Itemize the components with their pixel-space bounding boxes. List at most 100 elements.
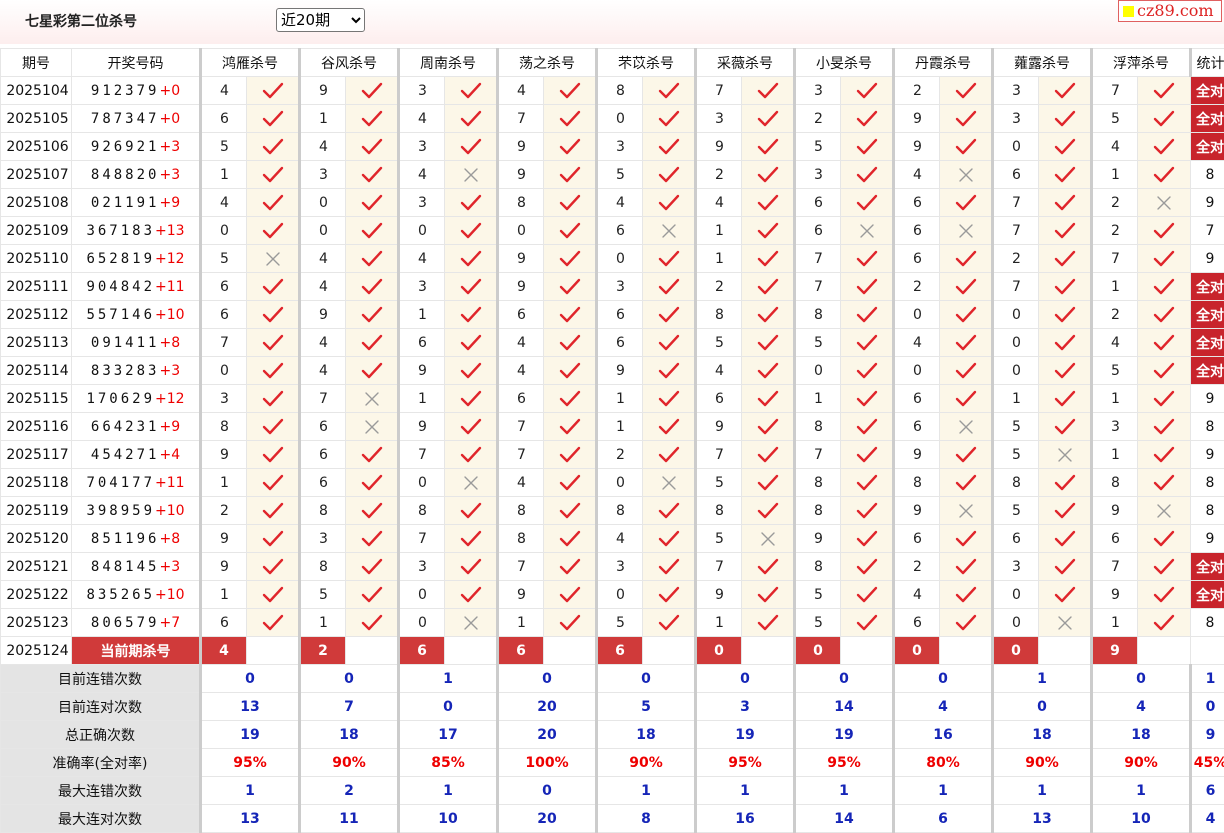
check-icon [559, 362, 581, 380]
kill-value: 1 [300, 105, 346, 133]
stats-value: 20 [498, 721, 597, 749]
kill-value: 8 [201, 413, 247, 441]
period-cell: 2025108 [1, 189, 72, 217]
result-cell [940, 273, 993, 301]
check-icon [658, 362, 680, 380]
kill-value: 8 [498, 497, 544, 525]
result-cell [445, 189, 498, 217]
kill-value: 2 [1092, 301, 1138, 329]
number-digits: 833283 [91, 363, 160, 379]
kill-value: 9 [696, 581, 742, 609]
stat-cell: 8 [1191, 469, 1224, 497]
kill-value: 5 [597, 609, 643, 637]
result-cell [445, 553, 498, 581]
check-icon [1153, 222, 1175, 240]
result-cell [940, 497, 993, 525]
kill-value: 6 [696, 385, 742, 413]
result-cell [643, 273, 696, 301]
result-cell [643, 161, 696, 189]
period-cell: 2025104 [1, 77, 72, 105]
result-cell [643, 553, 696, 581]
result-cell [742, 105, 795, 133]
cross-icon [757, 530, 779, 548]
result-cell [247, 105, 300, 133]
check-icon [1054, 250, 1076, 268]
check-icon [757, 306, 779, 324]
check-icon [955, 614, 977, 632]
table-row: 2025104912379+04934873237全对 [1, 77, 1224, 105]
result-cell [643, 329, 696, 357]
check-icon [856, 82, 878, 100]
kill-value: 8 [1092, 469, 1138, 497]
kill-value: 3 [300, 525, 346, 553]
stat-cell: 全对 [1191, 105, 1224, 133]
number-extra: +13 [155, 223, 185, 239]
kill-value: 8 [795, 301, 841, 329]
result-cell [346, 217, 399, 245]
check-icon [856, 390, 878, 408]
stats-value: 5 [597, 693, 696, 721]
header-killer: 采薇杀号 [696, 49, 795, 77]
result-cell [544, 329, 597, 357]
kill-value: 6 [399, 329, 445, 357]
period-select[interactable]: 近20期 [276, 8, 365, 32]
header-killer: 丹霞杀号 [894, 49, 993, 77]
check-icon [757, 502, 779, 520]
kill-value: 8 [300, 497, 346, 525]
check-icon [1153, 306, 1175, 324]
table-row: 2025114833283+30494940005全对 [1, 357, 1224, 385]
current-kill-value: 0 [993, 637, 1039, 665]
check-icon [658, 110, 680, 128]
number-digits: 904842 [86, 279, 155, 295]
kill-value: 1 [696, 609, 742, 637]
stat-cell: 8 [1191, 413, 1224, 441]
check-icon [262, 306, 284, 324]
result-cell [742, 441, 795, 469]
kill-value: 6 [894, 245, 940, 273]
result-cell [841, 441, 894, 469]
number-digits: 848820 [91, 167, 160, 183]
kill-value: 6 [201, 105, 247, 133]
check-icon [757, 250, 779, 268]
kill-value: 0 [993, 581, 1039, 609]
result-cell [346, 525, 399, 553]
result-cell [643, 77, 696, 105]
stats-value: 14 [795, 805, 894, 833]
result-cell [544, 273, 597, 301]
check-icon [658, 250, 680, 268]
site-logo[interactable]: cz89.com [1118, 0, 1222, 22]
check-icon [361, 558, 383, 576]
check-icon [1153, 334, 1175, 352]
check-icon [1153, 558, 1175, 576]
logo-square-icon [1123, 6, 1134, 17]
kill-value: 0 [201, 357, 247, 385]
check-icon [460, 362, 482, 380]
check-icon [361, 194, 383, 212]
stats-value: 20 [498, 805, 597, 833]
kill-value: 4 [300, 273, 346, 301]
check-icon [361, 362, 383, 380]
current-empty-cell [346, 637, 399, 665]
kill-value: 0 [597, 469, 643, 497]
check-icon [559, 586, 581, 604]
number-extra: +9 [159, 195, 180, 211]
check-icon [460, 250, 482, 268]
check-icon [559, 334, 581, 352]
kill-value: 0 [993, 329, 1039, 357]
stats-value: 0 [795, 665, 894, 693]
kill-value: 2 [201, 497, 247, 525]
result-cell [940, 77, 993, 105]
result-cell [940, 609, 993, 637]
result-cell [643, 385, 696, 413]
kill-value: 4 [894, 329, 940, 357]
stats-row: 准确率(全对率)95%90%85%100%90%95%95%80%90%90%4… [1, 749, 1224, 777]
kill-value: 7 [498, 105, 544, 133]
kill-value: 5 [597, 161, 643, 189]
number-extra: +7 [159, 615, 180, 631]
stats-value: 100% [498, 749, 597, 777]
check-icon [1054, 138, 1076, 156]
check-icon [460, 418, 482, 436]
number-cell: 091411+8 [72, 329, 201, 357]
check-icon [1054, 110, 1076, 128]
cross-icon [1153, 194, 1175, 212]
